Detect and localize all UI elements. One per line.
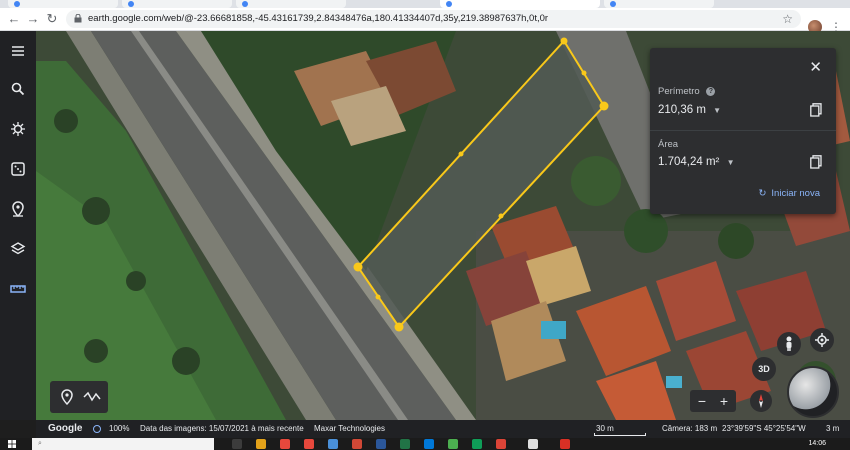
tab-favicon: [446, 1, 452, 7]
measurement-vertex[interactable]: [353, 262, 363, 272]
copy-icon[interactable]: [810, 155, 822, 169]
browser-tab[interactable]: [604, 0, 714, 8]
browser-tab[interactable]: [122, 0, 232, 8]
chevron-down-icon[interactable]: ▼: [727, 158, 735, 167]
feeling-lucky-icon[interactable]: [9, 160, 27, 178]
search-icon: ⌕: [38, 440, 42, 447]
tab-favicon: [242, 1, 248, 7]
location-tools: [50, 381, 108, 413]
panel-divider: [650, 130, 836, 131]
browser-tab[interactable]: [236, 0, 346, 8]
draw-path-icon[interactable]: [83, 390, 101, 404]
browser-tab-active[interactable]: [440, 0, 600, 8]
copy-icon[interactable]: [810, 103, 822, 117]
camera-altitude: Câmera: 183 m: [662, 424, 718, 433]
compass-icon: [759, 394, 763, 408]
address-bar[interactable]: earth.google.com/web/@-23.66681858,-45.4…: [66, 10, 801, 28]
place-pin-icon[interactable]: [60, 389, 74, 405]
tab-favicon: [610, 1, 616, 7]
perimeter-value-row[interactable]: 210,36 m ▼: [658, 104, 721, 116]
cursor-coordinates: 23°39'59"S 45°25'54"W: [722, 424, 806, 433]
measure-icon[interactable]: [9, 280, 27, 298]
edge-icon[interactable]: [424, 439, 434, 449]
close-icon[interactable]: ✕: [809, 58, 822, 76]
measurement-vertex[interactable]: [560, 37, 568, 45]
zoom-out-button[interactable]: −: [691, 390, 713, 412]
scale-bar: [594, 433, 646, 436]
app-icon[interactable]: [328, 439, 338, 449]
perimeter-label-row: Perímetro ?: [658, 86, 716, 97]
area-value: 1.704,24 m²: [658, 156, 720, 168]
measurement-outline[interactable]: [356, 39, 606, 329]
pegman-icon: [786, 336, 792, 351]
help-icon[interactable]: ?: [706, 86, 716, 96]
tab-favicon: [14, 1, 20, 7]
measure-panel: ✕ Perímetro ? 210,36 m ▼ Área 1.704,24 m…: [650, 48, 836, 214]
app-icon[interactable]: [496, 439, 506, 449]
street-view-button[interactable]: [777, 332, 801, 356]
elevation: 3 m: [826, 424, 840, 433]
app-icon[interactable]: [560, 439, 570, 449]
measurement-vertex[interactable]: [599, 101, 609, 111]
tab-favicon: [128, 1, 134, 7]
loaded-percent: 100%: [109, 424, 130, 433]
lock-icon: [74, 14, 82, 23]
imagery-date[interactable]: Data das imagens: 15/07/2021 à mais rece…: [140, 420, 304, 438]
google-logo: Google: [48, 423, 83, 434]
forward-arrow-icon[interactable]: →: [25, 11, 41, 27]
chrome-icon[interactable]: [528, 439, 538, 449]
app-icon[interactable]: [448, 439, 458, 449]
restart-label: Iniciar nova: [771, 188, 820, 199]
app-icon[interactable]: [280, 439, 290, 449]
loading-indicator-icon: [93, 425, 101, 433]
measurement-vertex[interactable]: [394, 322, 404, 332]
measurement-midpoint[interactable]: [581, 70, 587, 76]
toggle-3d-button[interactable]: 3D: [752, 357, 776, 381]
perimeter-label: Perímetro: [658, 86, 700, 97]
restart-measure-button[interactable]: ↻ Iniciar nova: [758, 188, 820, 199]
browser-toolbar: ← → ↻ earth.google.com/web/@-23.66681858…: [0, 8, 850, 34]
word-icon[interactable]: [376, 439, 386, 449]
task-view-icon[interactable]: [232, 439, 242, 449]
compass-button[interactable]: [750, 390, 772, 412]
reload-icon[interactable]: ↻: [44, 11, 60, 27]
app-icon[interactable]: [304, 439, 314, 449]
browser-tab-strip: [0, 0, 850, 8]
area-value-row[interactable]: 1.704,24 m² ▼: [658, 156, 735, 168]
chevron-down-icon[interactable]: ▼: [713, 106, 721, 115]
perimeter-value: 210,36 m: [658, 104, 706, 116]
measurement-midpoint[interactable]: [498, 213, 504, 219]
restart-icon: ↻: [758, 188, 767, 199]
taskbar-search-box[interactable]: ⌕: [32, 438, 214, 450]
windows-start-icon[interactable]: [8, 440, 16, 448]
excel-icon[interactable]: [400, 439, 410, 449]
imagery-provider: Maxar Technologies: [314, 424, 386, 433]
projects-icon[interactable]: [9, 200, 27, 218]
status-bar: Google 100% Data das imagens: 15/07/2021…: [36, 420, 850, 438]
file-explorer-icon[interactable]: [256, 439, 266, 449]
measurement-midpoint[interactable]: [458, 151, 464, 157]
my-location-icon: [815, 333, 829, 347]
app-icon[interactable]: [472, 439, 482, 449]
windows-taskbar: ⌕ 14:06: [0, 438, 850, 450]
bookmark-star-icon[interactable]: ☆: [782, 11, 793, 27]
menu-icon[interactable]: [9, 42, 27, 60]
browser-tab[interactable]: [8, 0, 118, 8]
back-arrow-icon[interactable]: ←: [6, 11, 22, 27]
area-label: Área: [658, 139, 679, 150]
zoom-in-button[interactable]: +: [713, 390, 735, 412]
app-icon[interactable]: [352, 439, 362, 449]
search-icon[interactable]: [9, 80, 27, 98]
voyager-icon[interactable]: [9, 120, 27, 138]
address-bar-url: earth.google.com/web/@-23.66681858,-45.4…: [88, 13, 549, 24]
taskbar-clock: 14:06: [808, 440, 826, 447]
my-location-button[interactable]: [810, 328, 834, 352]
earth-left-rail: [0, 31, 36, 420]
measurement-midpoint[interactable]: [375, 294, 381, 300]
map-style-icon[interactable]: [9, 240, 27, 258]
globe-minimap[interactable]: [787, 366, 839, 418]
zoom-control: − +: [690, 390, 736, 412]
